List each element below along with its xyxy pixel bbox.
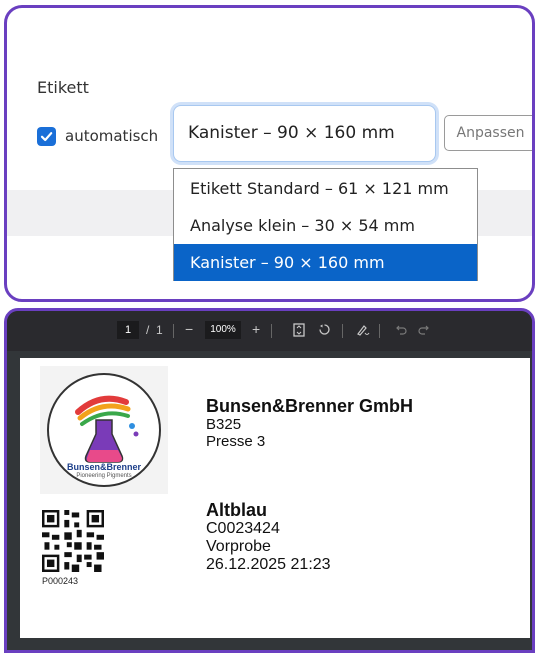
customize-button[interactable]: Anpassen bbox=[444, 115, 532, 151]
total-pages: 1 bbox=[156, 323, 163, 337]
section-title: Etikett bbox=[37, 78, 89, 97]
zoom-out-button[interactable]: − bbox=[185, 321, 193, 337]
qr-code-icon bbox=[42, 510, 104, 572]
pdf-page: Bunsen&Brenner Pioneering Pigments Bunse… bbox=[20, 358, 530, 638]
page-number-input[interactable]: 1 bbox=[117, 321, 139, 339]
toolbar-divider bbox=[173, 324, 174, 338]
zoom-level-input[interactable]: 100% bbox=[205, 321, 241, 339]
logo-text: Bunsen&Brenner bbox=[66, 462, 141, 472]
dropdown-option[interactable]: Analyse klein – 30 × 54 mm bbox=[174, 207, 477, 244]
label-format-dropdown: Etikett Standard – 61 × 121 mm Analyse k… bbox=[173, 168, 478, 281]
rotate-icon[interactable] bbox=[317, 322, 332, 337]
product-date: 26.12.2025 21:23 bbox=[206, 556, 331, 573]
location-line: Presse 3 bbox=[206, 433, 266, 450]
auto-checkbox-label[interactable]: automatisch bbox=[65, 127, 158, 145]
redo-icon[interactable] bbox=[417, 323, 430, 336]
pdf-toolbar: 1 / 1 − 100% + bbox=[7, 311, 532, 351]
product-code: C0023424 bbox=[206, 520, 280, 537]
page-separator: / bbox=[146, 323, 150, 337]
annotate-icon[interactable] bbox=[356, 322, 370, 337]
product-type: Vorprobe bbox=[206, 538, 271, 555]
toolbar-divider bbox=[379, 324, 380, 338]
label-settings-panel: Etikett automatisch Kanister – 90 × 160 … bbox=[4, 5, 535, 302]
qr-code-label: P000243 bbox=[42, 576, 79, 586]
fit-page-icon[interactable] bbox=[293, 323, 305, 337]
auto-checkbox[interactable] bbox=[37, 127, 56, 146]
toolbar-divider bbox=[342, 324, 343, 338]
dropdown-option[interactable]: Etikett Standard – 61 × 121 mm bbox=[174, 170, 477, 207]
dropdown-option-selected[interactable]: Kanister – 90 × 160 mm bbox=[174, 244, 477, 281]
label-format-select[interactable]: Kanister – 90 × 160 mm bbox=[173, 105, 436, 162]
label-format-value: Kanister – 90 × 160 mm bbox=[188, 123, 395, 143]
pdf-viewer: 1 / 1 − 100% + Bunsen&Brenner Pioneering… bbox=[4, 308, 535, 653]
check-icon bbox=[40, 132, 53, 142]
zoom-in-button[interactable]: + bbox=[252, 321, 260, 337]
undo-icon[interactable] bbox=[395, 323, 408, 336]
company-name: Bunsen&Brenner GmbH bbox=[206, 396, 414, 416]
company-logo: Bunsen&Brenner Pioneering Pigments bbox=[40, 366, 168, 494]
toolbar-divider bbox=[271, 324, 272, 338]
location-line: B325 bbox=[206, 416, 242, 433]
logo-subtext: Pioneering Pigments bbox=[76, 473, 132, 479]
product-name: Altblau bbox=[206, 500, 267, 520]
